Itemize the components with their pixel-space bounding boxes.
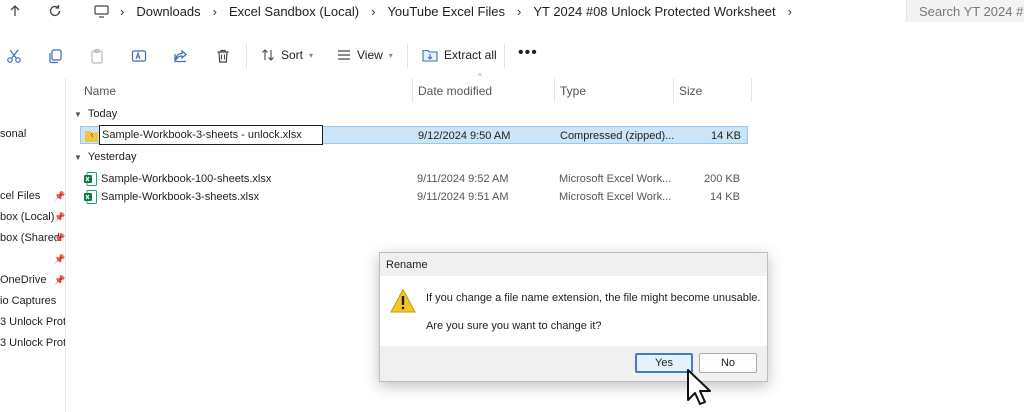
file-type: Microsoft Excel Work... (559, 173, 672, 185)
column-header-name[interactable]: Name (84, 80, 116, 102)
pin-icon: 📌 (54, 211, 66, 222)
command-bar: Sort ▾ View ▾ Extract all ••• (0, 36, 1024, 76)
pin-icon: 📌 (54, 190, 66, 201)
file-type: Microsoft Excel Work... (559, 191, 672, 203)
view-icon (338, 50, 350, 60)
monitor-icon[interactable] (90, 1, 112, 21)
delete-icon[interactable] (213, 46, 233, 66)
chevron-right-icon[interactable]: › (786, 4, 794, 19)
navigation-pane: sonal cel Files 📌 box (Local) 📌 box (Share… (0, 78, 66, 412)
group-header-yesterday[interactable]: ▼ Yesterday (74, 151, 136, 163)
file-row[interactable]: Sample-Workbook-3-sheets.xlsx 9/11/2024 … (80, 188, 748, 206)
warning-icon (390, 288, 416, 313)
extract-all-label: Extract all (444, 48, 497, 62)
rename-input[interactable]: Sample-Workbook-3-sheets - unlock.xlsx (99, 125, 323, 145)
file-size: 14 KB (710, 191, 740, 203)
file-row[interactable]: Sample-Workbook-3-sheets - unlock.xlsx 9… (80, 125, 748, 145)
file-date: 9/12/2024 9:50 AM (418, 130, 511, 142)
sort-button[interactable]: Sort ▾ (261, 48, 313, 62)
address-bar: › Downloads › Excel Sandbox (Local) › Yo… (0, 0, 1024, 22)
pin-icon: 📌 (54, 253, 66, 264)
sidebar-item[interactable]: OneDrive 📌 (0, 270, 66, 290)
file-name: Sample-Workbook-3-sheets.xlsx (101, 191, 260, 203)
sort-label: Sort (281, 48, 304, 62)
sort-icon (262, 49, 274, 61)
toolbar-divider (246, 44, 247, 68)
chevron-right-icon[interactable]: › (369, 4, 377, 19)
file-date: 9/11/2024 9:51 AM (417, 191, 509, 203)
column-header-type[interactable]: Type (560, 80, 586, 102)
chevron-right-icon[interactable]: › (515, 4, 523, 19)
file-name: Sample-Workbook-100-sheets.xlsx (101, 173, 272, 185)
paste-icon[interactable] (87, 46, 107, 66)
yes-button[interactable]: Yes (635, 353, 693, 373)
sidebar-item[interactable]: box (Shared 📌 (0, 228, 66, 248)
excel-file-icon (84, 190, 97, 204)
chevron-right-icon: › (120, 3, 125, 19)
refresh-icon[interactable] (44, 1, 66, 21)
share-icon[interactable] (171, 46, 191, 66)
chevron-right-icon[interactable]: › (211, 4, 219, 19)
extract-icon (422, 49, 438, 62)
cut-icon[interactable] (4, 46, 24, 66)
breadcrumb-item[interactable]: Downloads (126, 4, 210, 19)
zip-folder-icon (85, 131, 98, 142)
up-arrow-icon[interactable] (4, 1, 26, 21)
chevron-down-icon: ▾ (309, 50, 314, 60)
column-divider[interactable] (554, 78, 555, 102)
sidebar-item[interactable]: 📌 (0, 249, 66, 269)
chevron-down-icon: ▼ (74, 152, 82, 162)
breadcrumb-item[interactable]: Excel Sandbox (Local) (219, 4, 369, 19)
file-size: 200 KB (704, 173, 741, 185)
toolbar-divider (407, 44, 408, 68)
sidebar-item[interactable]: box (Local) 📌 (0, 207, 66, 227)
breadcrumb-item[interactable]: YouTube Excel Files (377, 4, 515, 19)
group-header-today[interactable]: ▼ Today (74, 108, 117, 120)
copy-icon[interactable] (45, 46, 65, 66)
rename-dialog: Rename If you change a file name extensi… (379, 252, 768, 382)
breadcrumb: › Downloads › Excel Sandbox (Local) › Yo… (118, 0, 794, 22)
sidebar-item[interactable]: sonal (0, 124, 65, 144)
file-date: 9/11/2024 9:52 AM (417, 173, 509, 185)
sidebar-item[interactable]: io Captures (0, 291, 65, 311)
view-button[interactable]: View ▾ (337, 48, 393, 62)
chevron-down-icon: ▾ (388, 50, 393, 60)
toolbar-divider (504, 44, 505, 68)
file-type: Compressed (zipped)... (560, 130, 675, 142)
column-header-size[interactable]: Size (679, 80, 702, 102)
sidebar-item[interactable]: cel Files 📌 (0, 186, 66, 206)
column-divider[interactable] (412, 78, 413, 102)
pin-icon: 📌 (54, 274, 66, 285)
excel-file-icon (84, 172, 97, 186)
breadcrumb-item[interactable]: YT 2024 #08 Unlock Protected Worksheet (523, 4, 785, 19)
column-header-date[interactable]: Date modified (418, 80, 492, 102)
dialog-title: Rename (386, 259, 428, 271)
file-row[interactable]: Sample-Workbook-100-sheets.xlsx 9/11/202… (80, 170, 748, 188)
rename-icon[interactable] (129, 46, 149, 66)
view-label: View (357, 48, 383, 62)
extract-all-button[interactable]: Extract all (422, 48, 497, 62)
dialog-body: If you change a file name extension, the… (380, 276, 767, 346)
column-divider[interactable] (673, 78, 674, 102)
dialog-message: If you change a file name extension, the… (426, 292, 761, 304)
dialog-question: Are you sure you want to change it? (426, 320, 602, 332)
chevron-down-icon: ▼ (74, 109, 82, 119)
column-divider[interactable] (751, 78, 752, 102)
sidebar-item[interactable]: 3 Unlock Prote (0, 333, 65, 353)
mouse-pointer-icon (687, 369, 711, 405)
file-size: 14 KB (711, 130, 741, 142)
search-input[interactable]: Search YT 2024 #08 (906, 0, 1024, 22)
sidebar-item[interactable]: 3 Unlock Prote (0, 312, 65, 332)
more-options-icon[interactable]: ••• (518, 44, 538, 62)
pin-icon: 📌 (54, 232, 66, 243)
